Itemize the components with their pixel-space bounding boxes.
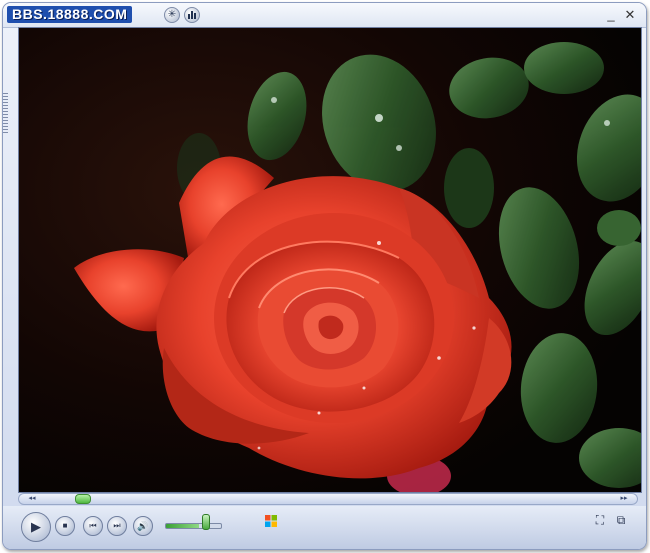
transport-controls: ▶ ■ ⏮ ⏭ 🔊 ⛶ ⧉ (3, 506, 646, 549)
media-player-window: BBS.18888.COM ✳ _ ✕ ◂◂ ▸▸ ▶ ■ ⏮ ⏭ 🔊 ⛶ ⧉ (2, 2, 647, 550)
mute-button[interactable]: 🔊 (133, 516, 153, 536)
windows-logo-icon (265, 515, 277, 527)
seek-rewind-button[interactable]: ◂◂ (21, 494, 43, 504)
close-button[interactable]: ✕ (622, 7, 638, 23)
seek-bar[interactable]: ◂◂ ▸▸ (18, 493, 638, 505)
seek-thumb[interactable] (74, 494, 91, 504)
fullscreen-icon[interactable]: ⛶ (593, 513, 607, 527)
video-area[interactable] (18, 27, 642, 493)
volume-slider[interactable] (165, 523, 222, 529)
switch-mode-icon[interactable]: ⧉ (614, 513, 628, 527)
stop-button[interactable]: ■ (55, 516, 75, 536)
resize-grip[interactable] (3, 93, 8, 133)
play-button[interactable]: ▶ (21, 512, 51, 542)
watermark-label: BBS.18888.COM (7, 6, 133, 23)
volume-thumb[interactable] (202, 514, 211, 530)
equalizer-icon[interactable] (184, 7, 200, 23)
seek-forward-button[interactable]: ▸▸ (613, 494, 635, 504)
title-bar[interactable]: BBS.18888.COM ✳ _ ✕ (3, 3, 646, 28)
minimize-button[interactable]: _ (603, 7, 619, 23)
next-button[interactable]: ⏭ (107, 516, 127, 536)
star-burst-icon[interactable]: ✳ (164, 7, 180, 23)
previous-button[interactable]: ⏮ (83, 516, 103, 536)
rose-image (19, 28, 641, 492)
